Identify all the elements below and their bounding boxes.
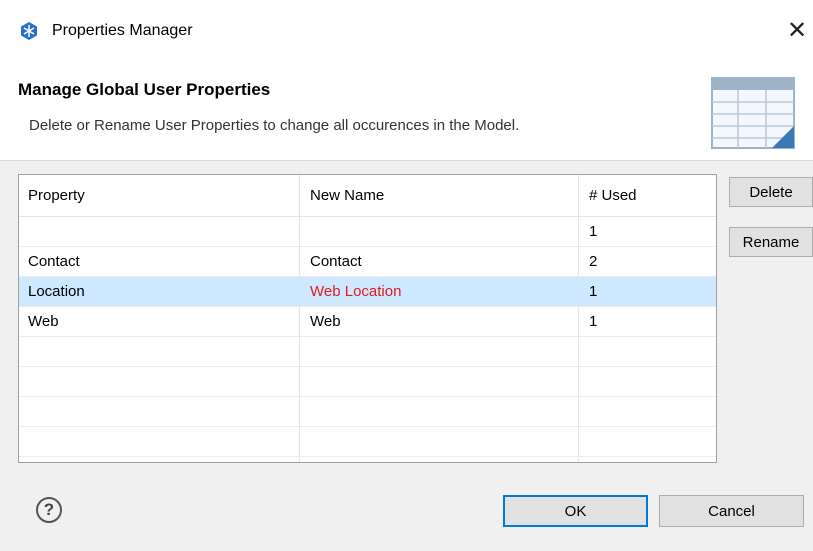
table-row[interactable]: Contact Contact 2 [19,247,716,277]
column-header-new-name[interactable]: New Name [310,175,384,216]
used-count-cell: 1 [589,223,598,240]
table-icon [711,77,795,149]
empty-row [19,367,716,397]
property-cell: Location [28,283,85,300]
banner-title: Manage Global User Properties [18,80,271,99]
rename-button[interactable]: Rename [729,227,813,257]
empty-row [19,397,716,427]
empty-row [19,337,716,367]
cancel-button[interactable]: Cancel [659,495,804,527]
used-count-cell: 1 [589,313,598,330]
column-header-used[interactable]: # Used [589,175,637,216]
table-row[interactable]: Web Web 1 [19,307,716,337]
new-name-cell[interactable]: Contact [310,247,362,276]
table-row[interactable]: 1 [19,217,716,247]
close-icon[interactable]: ✕ [787,16,807,45]
column-header-property[interactable]: Property [28,175,85,216]
empty-row [19,427,716,457]
delete-button[interactable]: Delete [729,177,813,207]
used-count-cell: 1 [589,283,598,300]
property-cell: Web [28,313,59,330]
used-count-cell: 2 [589,253,598,270]
table-row-selected[interactable]: Location Web Location 1 [19,277,716,307]
header-banner: Manage Global User Properties Delete or … [0,62,813,161]
window-title: Properties Manager [52,22,193,39]
snowflake-icon [21,22,37,40]
property-cell: Contact [28,253,80,270]
banner-description: Delete or Rename User Properties to chan… [29,117,520,134]
help-circle-icon[interactable]: ? [36,497,62,523]
ok-button[interactable]: OK [503,495,648,527]
properties-table[interactable]: Property New Name # Used 1 Contact Conta… [18,174,717,463]
new-name-cell-renamed[interactable]: Web Location [310,277,401,306]
new-name-cell[interactable]: Web [310,307,341,336]
title-bar: Properties Manager ✕ [0,0,813,62]
table-header: Property New Name # Used [19,175,716,217]
